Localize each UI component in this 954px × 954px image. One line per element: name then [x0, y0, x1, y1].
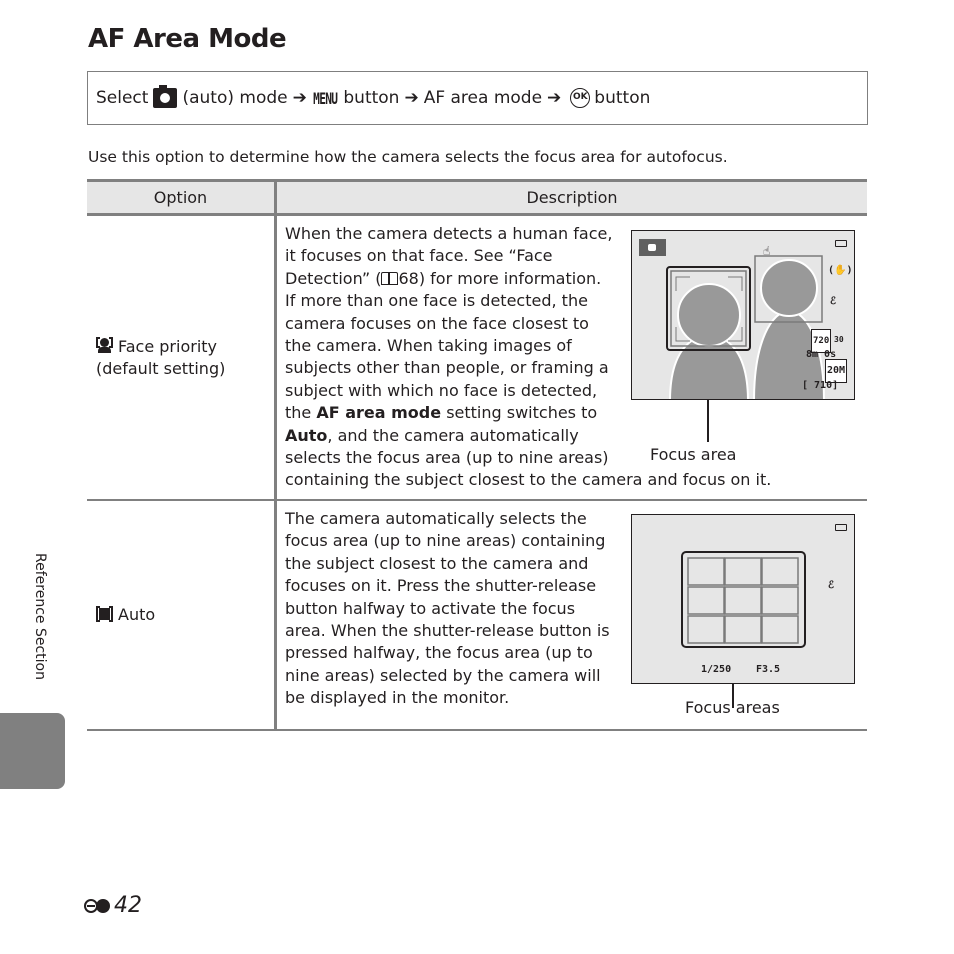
table-row-face-priority: Face priority (default setting) When the…	[87, 216, 867, 501]
focus-cell	[724, 557, 762, 586]
table-row-auto: Auto The camera automatically selects th…	[87, 501, 867, 731]
focus-cell	[761, 615, 799, 644]
focus-areas-frame	[681, 551, 806, 648]
exposures-remaining: [ 710]	[802, 380, 839, 391]
option-name: Face priority	[118, 336, 217, 356]
arrow-icon: ➔	[292, 88, 307, 108]
ok-button-text: button	[594, 88, 651, 108]
shutter-speed: 1/250	[701, 664, 732, 675]
auto-bold: Auto	[285, 425, 328, 445]
section-tab	[0, 713, 65, 789]
page-number: 42	[84, 893, 142, 918]
focus-cell	[724, 615, 762, 644]
af-area-mode-text: AF area mode	[423, 88, 543, 108]
auto-area-icon	[96, 606, 113, 622]
battery-icon	[835, 524, 847, 531]
focus-cell	[761, 586, 799, 615]
focus-cell	[724, 586, 762, 615]
description-cell: The camera automatically selects the foc…	[277, 501, 867, 729]
arrow-icon: ➔	[404, 88, 419, 108]
shake-icon: (✋)	[828, 265, 853, 276]
camera-auto-icon	[153, 85, 178, 108]
auto-monitor-illustration: ℰ 1/250 F3.5	[631, 514, 855, 684]
option-cell: Face priority (default setting)	[87, 216, 277, 499]
focus-cell	[687, 557, 725, 586]
focus-area-caption: Focus area	[650, 445, 737, 464]
header-option: Option	[87, 182, 277, 213]
person-head-left	[677, 283, 741, 347]
book-reference-icon	[381, 271, 399, 285]
face-priority-monitor-illustration: ☝ (✋) ℰ 720 30 8m 0s 20M [ 710]	[631, 230, 855, 400]
header-description: Description	[526, 188, 618, 207]
description-cell: When the camera detects a human face, it…	[277, 216, 867, 499]
vibration-reduction-icon: ☝	[763, 244, 771, 258]
menu-button-icon: MENU	[313, 88, 338, 108]
face-priority-icon	[96, 336, 113, 353]
reference-section-label: Reference Section	[32, 553, 48, 680]
focus-cell	[687, 586, 725, 615]
description-text: When the camera detects a human face, it…	[285, 224, 772, 490]
description-text: The camera automatically selects the foc…	[285, 509, 610, 708]
menu-button-text: button	[343, 88, 400, 108]
auto-mode-text: (auto) mode	[182, 88, 288, 108]
page-title: AF Area Mode	[88, 24, 287, 54]
camera-mode-icon	[639, 239, 666, 256]
focus-areas-caption: Focus areas	[685, 698, 780, 717]
focus-cell	[761, 557, 799, 586]
focus-grid	[681, 551, 806, 648]
select-text: Select	[96, 88, 149, 108]
option-name: Auto	[118, 605, 156, 624]
motion-detection-icon: ℰ	[830, 296, 837, 307]
motion-detection-icon: ℰ	[828, 580, 835, 591]
table-header: Option Description	[87, 179, 867, 216]
e-section-icon	[84, 897, 112, 915]
menu-path-box: Select (auto) mode ➔ MENU button ➔ AF ar…	[87, 71, 868, 125]
af-area-mode-bold: AF area mode	[316, 403, 442, 423]
aperture: F3.5	[756, 664, 781, 675]
focus-area-leader-line	[707, 400, 709, 442]
option-note: (default setting)	[96, 358, 226, 378]
person-head-right	[760, 259, 818, 317]
options-table: Option Description Face priority (defaul…	[87, 179, 867, 731]
battery-icon	[835, 240, 847, 247]
arrow-icon: ➔	[547, 88, 562, 108]
intro-text: Use this option to determine how the cam…	[88, 148, 728, 166]
focus-cell	[687, 615, 725, 644]
option-cell: Auto	[87, 501, 277, 729]
ok-button-icon: OK	[570, 88, 591, 108]
